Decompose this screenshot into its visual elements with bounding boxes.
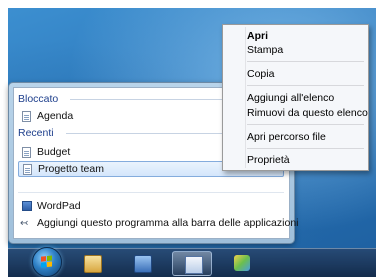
screen: Bloccato Agenda Recenti Budget Progetto … [0, 0, 376, 277]
menu-item-copia[interactable]: Copia [247, 66, 364, 82]
pin-to-taskbar-icon: ↢ [20, 218, 29, 229]
document-icon [22, 111, 31, 122]
menu-separator [247, 148, 364, 149]
menu-item-apri-percorso[interactable]: Apri percorso file [247, 129, 364, 145]
taskbar [8, 247, 376, 277]
wordpad-icon [185, 256, 203, 274]
context-menu: Apri Stampa Copia Aggiungi all'elenco Ri… [222, 24, 369, 171]
menu-separator [247, 61, 364, 62]
media-player-icon [134, 255, 152, 273]
menu-item-rimuovi-elenco[interactable]: Rimuovi da questo elenco [247, 105, 368, 121]
taskbar-button-wordpad[interactable] [172, 251, 212, 276]
start-button[interactable] [32, 247, 62, 277]
menu-separator [247, 124, 364, 125]
document-icon [23, 164, 32, 175]
document-icon [22, 147, 31, 158]
menu-item-stampa[interactable]: Stampa [247, 42, 364, 58]
taskbar-button-paint[interactable] [222, 251, 262, 276]
task-wordpad[interactable]: WordPad [18, 199, 284, 214]
task-pin-to-taskbar[interactable]: ↢ Aggiungi questo programma alla barra d… [18, 216, 299, 231]
separator [18, 192, 284, 193]
menu-separator [247, 85, 364, 86]
windows-logo-icon [41, 255, 53, 269]
menu-item-proprieta[interactable]: Proprietà [247, 152, 364, 168]
wordpad-icon [22, 201, 32, 211]
taskbar-button-explorer[interactable] [72, 251, 112, 276]
menu-item-aggiungi-elenco[interactable]: Aggiungi all'elenco [247, 90, 364, 106]
windows-explorer-icon [84, 255, 102, 273]
paint-icon [234, 255, 250, 271]
taskbar-button-media-player[interactable] [122, 251, 162, 276]
